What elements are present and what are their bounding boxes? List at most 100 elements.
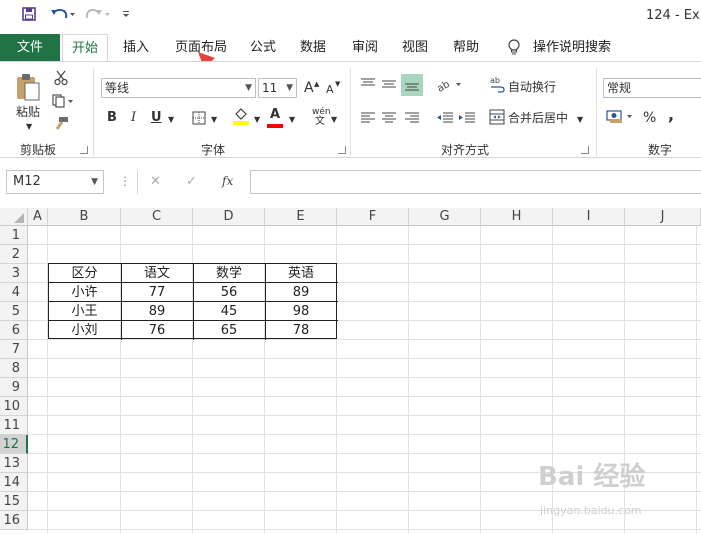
cancel-icon[interactable]: ✕ [150,174,161,189]
formula-input[interactable] [250,170,701,194]
redo-icon[interactable] [85,7,112,25]
row-header-7[interactable]: 7 [0,340,28,359]
row-header-11[interactable]: 11 [0,416,28,435]
row-header-14[interactable]: 14 [0,473,28,492]
fill-color-icon[interactable] [233,107,249,129]
cut-icon[interactable] [54,70,68,90]
column-header-h[interactable]: H [481,208,553,226]
cell-e4[interactable]: 89 [265,283,337,302]
cell-e3[interactable]: 英语 [265,264,337,283]
insert-function-icon[interactable]: fx [222,174,233,188]
font-size-combo[interactable]: 11 ▼ [258,78,297,98]
row-header-10[interactable]: 10 [0,397,28,416]
tab-insert[interactable]: 插入 [123,34,149,61]
column-header-e[interactable]: E [265,208,337,226]
cell-b6[interactable]: 小刘 [48,321,121,340]
column-header-b[interactable]: B [48,208,121,226]
chevron-down-icon[interactable]: ▼ [168,112,174,128]
column-header-d[interactable]: D [193,208,265,226]
align-center-icon[interactable] [381,110,397,129]
select-all-corner[interactable] [0,208,28,226]
row-header-13[interactable]: 13 [0,454,28,473]
name-box[interactable]: M12 ▼ [6,170,104,194]
undo-icon[interactable] [50,7,76,25]
column-header-g[interactable]: G [409,208,481,226]
paste-icon[interactable] [14,72,42,106]
tab-file[interactable]: 文件 [0,34,60,61]
cell-d4[interactable]: 56 [193,283,265,302]
cell-e5[interactable]: 98 [265,302,337,321]
format-painter-icon[interactable] [53,116,69,136]
merge-center-icon[interactable] [489,109,505,129]
accounting-format-icon[interactable] [606,108,634,128]
wrap-text-icon[interactable]: ab [489,75,505,97]
customize-qat-icon[interactable] [122,7,130,23]
cell-b3[interactable]: 区分 [48,264,121,283]
shrink-font-button[interactable]: A [326,82,334,98]
merge-center-button[interactable]: 合并后居中 [508,110,568,126]
chevron-down-icon[interactable]: ▼ [91,171,98,193]
tab-home[interactable]: 开始 [62,34,108,61]
bottom-align-icon[interactable] [401,74,423,96]
italic-button[interactable]: I [131,110,136,126]
row-header-2[interactable]: 2 [0,245,28,264]
save-icon[interactable] [22,7,36,25]
font-color-button[interactable]: A [270,107,280,123]
lightbulb-icon[interactable] [507,39,521,61]
cell-e6[interactable]: 78 [265,321,337,340]
orientation-icon[interactable]: ab [435,76,464,96]
bold-button[interactable]: B [107,110,117,126]
middle-align-icon[interactable] [381,76,397,95]
row-header-8[interactable]: 8 [0,359,28,378]
chevron-down-icon[interactable]: ▼ [245,79,252,97]
paste-dropdown-icon[interactable]: ▼ [26,119,32,135]
enter-icon[interactable]: ✓ [186,174,197,189]
cell-d5[interactable]: 45 [193,302,265,321]
row-header-6[interactable]: 6 [0,321,28,340]
chevron-down-icon[interactable]: ▼ [254,112,260,128]
column-header-f[interactable]: F [337,208,409,226]
chevron-down-icon[interactable]: ▼ [577,112,583,128]
column-header-a[interactable]: A [28,208,48,226]
cell-b5[interactable]: 小王 [48,302,121,321]
row-header-12[interactable]: 12 [0,435,28,454]
cell-d6[interactable]: 65 [193,321,265,340]
cell-b4[interactable]: 小许 [48,283,121,302]
column-header-i[interactable]: I [553,208,625,226]
align-right-icon[interactable] [404,110,420,129]
underline-button[interactable]: U [151,110,162,126]
cell-c4[interactable]: 77 [121,283,193,302]
phonetic-guide-bottom[interactable]: 文 [315,114,325,130]
more-options-icon[interactable]: ⋮ [119,174,131,188]
decrease-indent-icon[interactable] [436,110,454,129]
row-header-16[interactable]: 16 [0,511,28,530]
chevron-down-icon[interactable]: ▼ [211,112,217,128]
tab-view[interactable]: 视图 [402,34,428,61]
tab-help[interactable]: 帮助 [453,34,479,61]
cell-c3[interactable]: 语文 [121,264,193,283]
chevron-down-icon[interactable]: ▼ [331,112,337,128]
clipboard-launcher-icon[interactable] [80,146,88,154]
grow-font-button[interactable]: A [304,80,314,96]
top-align-icon[interactable] [360,76,376,95]
column-header-c[interactable]: C [121,208,193,226]
copy-icon[interactable] [52,93,74,112]
comma-style-button[interactable]: , [668,107,674,123]
paste-button[interactable]: 粘贴 [16,104,40,120]
cell-c5[interactable]: 89 [121,302,193,321]
tab-data[interactable]: 数据 [300,34,326,61]
font-name-combo[interactable]: 等线 ▼ [101,78,256,98]
percent-style-button[interactable]: % [643,110,656,126]
row-header-15[interactable]: 15 [0,492,28,511]
chevron-down-icon[interactable]: ▼ [286,79,293,97]
cell-c6[interactable]: 76 [121,321,193,340]
row-header-1[interactable]: 1 [0,226,28,245]
row-header-4[interactable]: 4 [0,283,28,302]
column-header-j[interactable]: J [625,208,701,226]
increase-indent-icon[interactable] [458,110,476,129]
align-left-icon[interactable] [360,110,376,129]
borders-icon[interactable] [192,110,206,129]
row-header-3[interactable]: 3 [0,264,28,283]
number-format-combo[interactable]: 常规 [603,78,701,98]
alignment-launcher-icon[interactable] [581,146,589,154]
